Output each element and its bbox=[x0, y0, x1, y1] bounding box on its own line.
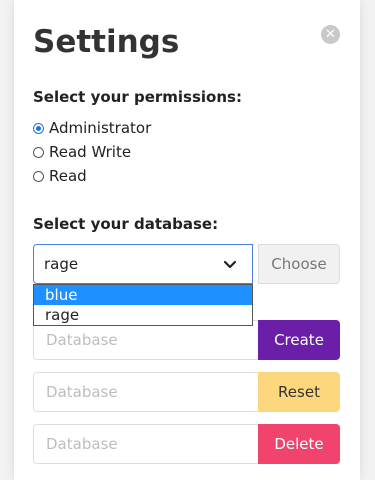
permissions-label: Select your permissions: bbox=[33, 88, 242, 106]
radio-button[interactable] bbox=[33, 122, 44, 134]
radio-label: Administrator bbox=[49, 119, 152, 137]
radio-button[interactable] bbox=[33, 170, 44, 182]
dropdown-option-rage[interactable]: rage bbox=[34, 305, 252, 325]
radio-button[interactable] bbox=[33, 146, 44, 158]
page-title: Settings bbox=[33, 24, 180, 60]
settings-panel: Settings ✕ Select your permissions: Admi… bbox=[14, 0, 360, 480]
delete-button[interactable]: Delete bbox=[258, 424, 340, 464]
reset-button[interactable]: Reset bbox=[258, 372, 340, 412]
radio-read-write[interactable]: Read Write bbox=[33, 142, 131, 162]
choose-button[interactable]: Choose bbox=[258, 244, 340, 284]
database-label: Select your database: bbox=[33, 215, 219, 233]
create-button[interactable]: Create bbox=[258, 320, 340, 360]
create-database-input[interactable] bbox=[33, 320, 262, 360]
radio-label: Read bbox=[49, 167, 87, 185]
delete-database-input[interactable] bbox=[33, 424, 262, 464]
reset-database-input[interactable] bbox=[33, 372, 262, 412]
database-select-value: rage bbox=[44, 255, 79, 273]
radio-label: Read Write bbox=[49, 143, 132, 161]
database-select[interactable]: rage bbox=[33, 244, 253, 284]
radio-read[interactable]: Read bbox=[33, 166, 87, 186]
radio-administrator[interactable]: Administrator bbox=[33, 118, 151, 138]
close-icon[interactable]: ✕ bbox=[321, 25, 340, 44]
chevron-down-icon bbox=[223, 260, 237, 269]
database-dropdown-list: blue rage bbox=[33, 284, 253, 326]
dropdown-option-blue[interactable]: blue bbox=[34, 285, 252, 305]
